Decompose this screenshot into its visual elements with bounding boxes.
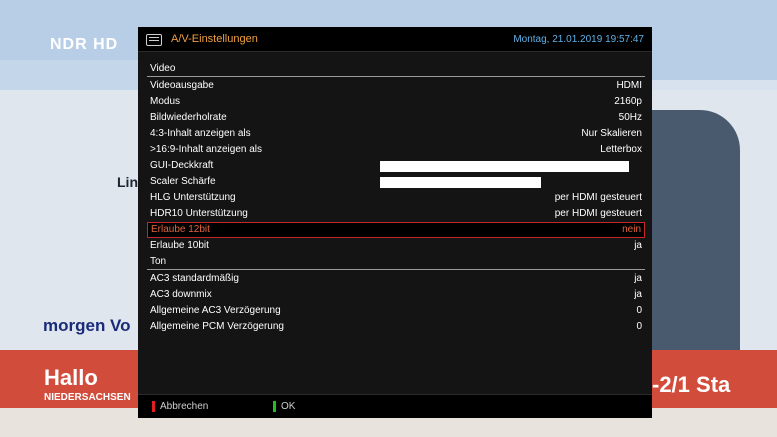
setting-row[interactable]: AC3 downmix ja xyxy=(147,287,645,303)
slider-fill xyxy=(380,177,541,188)
setting-label: Modus xyxy=(150,96,181,107)
setting-row[interactable]: Modus 2160p xyxy=(147,94,645,110)
setting-row[interactable]: Allgemeine PCM Verzögerung 0 xyxy=(147,319,645,335)
setting-value: per HDMI gesteuert xyxy=(554,192,642,203)
dialog-titlebar: A/V-Einstellungen Montag, 21.01.2019 19:… xyxy=(138,27,652,52)
green-key-icon xyxy=(273,401,276,412)
setting-slider[interactable] xyxy=(380,177,632,188)
setting-row[interactable]: Videoausgabe HDMI xyxy=(147,78,645,94)
setting-value: 0 xyxy=(636,321,642,332)
ok-button[interactable]: OK xyxy=(281,401,295,412)
setting-row[interactable]: Erlaube 12bit nein xyxy=(147,222,645,238)
channel-logo: NDR HD xyxy=(50,36,119,53)
datetime: Montag, 21.01.2019 19:57:47 xyxy=(513,34,644,45)
setting-row[interactable]: 4:3-Inhalt anzeigen als Nur Skalieren xyxy=(147,126,645,142)
setting-label: Videoausgabe xyxy=(150,80,214,91)
setting-value: 2160p xyxy=(614,96,642,107)
setting-label: Bildwiederholrate xyxy=(150,112,227,123)
section-header: Video xyxy=(147,61,645,77)
setting-value: ja xyxy=(634,273,642,284)
show-logo-subtitle: NIEDERSACHSEN xyxy=(44,392,131,403)
dialog-title: A/V-Einstellungen xyxy=(171,33,258,45)
ticker-text: -2/1 Sta xyxy=(652,372,731,397)
setting-label: HLG Unterstützung xyxy=(150,192,236,203)
dialog-footer: Abbrechen OK xyxy=(138,394,652,418)
setting-value: Letterbox xyxy=(600,144,642,155)
setting-row[interactable]: HDR10 Unterstützung per HDMI gesteuert xyxy=(147,206,645,222)
setting-row[interactable]: HLG Unterstützung per HDMI gesteuert xyxy=(147,190,645,206)
cancel-button[interactable]: Abbrechen xyxy=(160,401,208,412)
setting-row[interactable]: GUI-Deckkraft xyxy=(147,158,645,174)
setting-row[interactable]: Erlaube 10bit ja xyxy=(147,238,645,254)
setting-label: Erlaube 12bit xyxy=(151,224,210,235)
setting-value: 0 xyxy=(636,305,642,316)
show-logo-title: Hallo xyxy=(44,365,98,390)
setting-label: Erlaube 10bit xyxy=(150,240,209,251)
setting-value: HDMI xyxy=(616,80,642,91)
show-logo: Hallo NIEDERSACHSEN xyxy=(44,365,131,406)
settings-list: Video Videoausgabe HDMI Modus 2160p Bildwiede… xyxy=(147,61,645,335)
map-city-label: Lin xyxy=(117,174,138,190)
setting-label: 4:3-Inhalt anzeigen als xyxy=(150,128,251,139)
setting-row[interactable]: Bildwiederholrate 50Hz xyxy=(147,110,645,126)
setting-value: Nur Skalieren xyxy=(581,128,642,139)
setting-value: nein xyxy=(622,224,641,235)
setting-label: Allgemeine PCM Verzögerung xyxy=(150,321,284,332)
weather-caption: morgen Vo xyxy=(43,316,131,335)
setting-label: >16:9-Inhalt anzeigen als xyxy=(150,144,263,155)
setting-label: Allgemeine AC3 Verzögerung xyxy=(150,305,281,316)
setting-row[interactable]: >16:9-Inhalt anzeigen als Letterbox xyxy=(147,142,645,158)
setting-row[interactable]: Allgemeine AC3 Verzögerung 0 xyxy=(147,303,645,319)
setting-label: Scaler Schärfe xyxy=(150,176,216,187)
settings-panel-icon xyxy=(146,34,162,46)
section-header: Ton xyxy=(147,254,645,270)
slider-fill xyxy=(380,161,629,172)
setting-row[interactable]: AC3 standardmäßig ja xyxy=(147,271,645,287)
setting-row[interactable]: Scaler Schärfe xyxy=(147,174,645,190)
setting-value: per HDMI gesteuert xyxy=(554,208,642,219)
setting-slider[interactable] xyxy=(380,161,632,172)
setting-value: ja xyxy=(634,289,642,300)
setting-value: ja xyxy=(634,240,642,251)
setting-label: AC3 downmix xyxy=(150,289,212,300)
av-settings-dialog: A/V-Einstellungen Montag, 21.01.2019 19:… xyxy=(138,27,652,418)
red-key-icon xyxy=(152,401,155,412)
setting-label: GUI-Deckkraft xyxy=(150,160,214,171)
setting-label: AC3 standardmäßig xyxy=(150,273,239,284)
setting-label: HDR10 Unterstützung xyxy=(150,208,248,219)
setting-value: 50Hz xyxy=(618,112,642,123)
